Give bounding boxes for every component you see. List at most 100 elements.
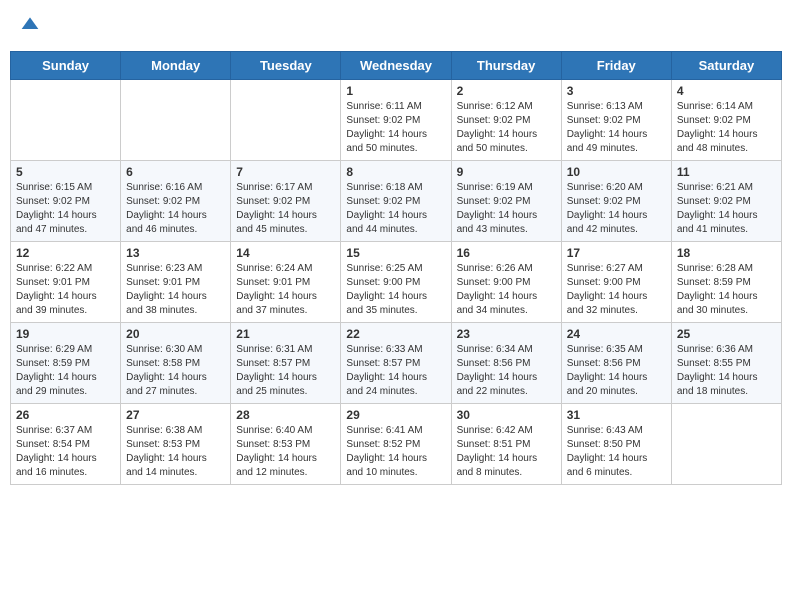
sunrise-text: Sunrise: 6:29 AM [16,344,92,355]
sunrise-text: Sunrise: 6:11 AM [346,101,421,112]
day-info: Sunrise: 6:25 AM Sunset: 9:00 PM Dayligh… [346,262,445,318]
sunset-text: Sunset: 9:01 PM [236,277,310,288]
daylight-text: Daylight: 14 hours and 42 minutes. [567,210,648,235]
calendar-cell: 13 Sunrise: 6:23 AM Sunset: 9:01 PM Dayl… [121,242,231,323]
logo-icon [20,14,40,34]
day-number: 17 [567,246,666,260]
daylight-text: Daylight: 14 hours and 6 minutes. [567,453,648,478]
day-info: Sunrise: 6:20 AM Sunset: 9:02 PM Dayligh… [567,181,666,237]
calendar-cell: 22 Sunrise: 6:33 AM Sunset: 8:57 PM Dayl… [341,323,451,404]
sunset-text: Sunset: 9:02 PM [236,196,310,207]
calendar-cell: 29 Sunrise: 6:41 AM Sunset: 8:52 PM Dayl… [341,404,451,485]
sunrise-text: Sunrise: 6:26 AM [457,263,533,274]
calendar-cell: 28 Sunrise: 6:40 AM Sunset: 8:53 PM Dayl… [231,404,341,485]
sunset-text: Sunset: 9:02 PM [126,196,200,207]
sunset-text: Sunset: 9:02 PM [457,115,531,126]
sunset-text: Sunset: 9:00 PM [346,277,420,288]
calendar-cell: 14 Sunrise: 6:24 AM Sunset: 9:01 PM Dayl… [231,242,341,323]
calendar-cell: 16 Sunrise: 6:26 AM Sunset: 9:00 PM Dayl… [451,242,561,323]
daylight-text: Daylight: 14 hours and 27 minutes. [126,372,207,397]
daylight-text: Daylight: 14 hours and 49 minutes. [567,129,648,154]
daylight-text: Daylight: 14 hours and 37 minutes. [236,291,317,316]
sunrise-text: Sunrise: 6:37 AM [16,425,92,436]
calendar-cell: 19 Sunrise: 6:29 AM Sunset: 8:59 PM Dayl… [11,323,121,404]
sunset-text: Sunset: 8:58 PM [126,358,200,369]
sunrise-text: Sunrise: 6:36 AM [677,344,753,355]
day-number: 3 [567,84,666,98]
sunrise-text: Sunrise: 6:13 AM [567,101,643,112]
daylight-text: Daylight: 14 hours and 25 minutes. [236,372,317,397]
day-info: Sunrise: 6:29 AM Sunset: 8:59 PM Dayligh… [16,343,115,399]
day-number: 16 [457,246,556,260]
sunrise-text: Sunrise: 6:27 AM [567,263,643,274]
calendar-week-2: 5 Sunrise: 6:15 AM Sunset: 9:02 PM Dayli… [11,161,782,242]
day-info: Sunrise: 6:14 AM Sunset: 9:02 PM Dayligh… [677,100,776,156]
day-number: 14 [236,246,335,260]
day-of-week-sunday: Sunday [11,52,121,80]
sunrise-text: Sunrise: 6:42 AM [457,425,533,436]
calendar-week-5: 26 Sunrise: 6:37 AM Sunset: 8:54 PM Dayl… [11,404,782,485]
day-number: 31 [567,408,666,422]
sunrise-text: Sunrise: 6:35 AM [567,344,643,355]
sunset-text: Sunset: 8:50 PM [567,439,641,450]
calendar-cell [11,80,121,161]
daylight-text: Daylight: 14 hours and 45 minutes. [236,210,317,235]
calendar-cell: 24 Sunrise: 6:35 AM Sunset: 8:56 PM Dayl… [561,323,671,404]
sunset-text: Sunset: 8:59 PM [677,277,751,288]
day-number: 13 [126,246,225,260]
sunset-text: Sunset: 8:55 PM [677,358,751,369]
calendar-cell: 6 Sunrise: 6:16 AM Sunset: 9:02 PM Dayli… [121,161,231,242]
day-of-week-friday: Friday [561,52,671,80]
sunset-text: Sunset: 9:02 PM [346,115,420,126]
day-info: Sunrise: 6:30 AM Sunset: 8:58 PM Dayligh… [126,343,225,399]
daylight-text: Daylight: 14 hours and 20 minutes. [567,372,648,397]
day-info: Sunrise: 6:19 AM Sunset: 9:02 PM Dayligh… [457,181,556,237]
daylight-text: Daylight: 14 hours and 46 minutes. [126,210,207,235]
daylight-text: Daylight: 14 hours and 48 minutes. [677,129,758,154]
daylight-text: Daylight: 14 hours and 29 minutes. [16,372,97,397]
day-info: Sunrise: 6:18 AM Sunset: 9:02 PM Dayligh… [346,181,445,237]
daylight-text: Daylight: 14 hours and 12 minutes. [236,453,317,478]
daylight-text: Daylight: 14 hours and 10 minutes. [346,453,427,478]
day-info: Sunrise: 6:37 AM Sunset: 8:54 PM Dayligh… [16,424,115,480]
sunrise-text: Sunrise: 6:18 AM [346,182,422,193]
day-number: 23 [457,327,556,341]
sunrise-text: Sunrise: 6:41 AM [346,425,422,436]
day-number: 1 [346,84,445,98]
day-number: 8 [346,165,445,179]
sunset-text: Sunset: 8:57 PM [236,358,310,369]
sunset-text: Sunset: 9:02 PM [346,196,420,207]
daylight-text: Daylight: 14 hours and 14 minutes. [126,453,207,478]
sunrise-text: Sunrise: 6:12 AM [457,101,533,112]
daylight-text: Daylight: 14 hours and 32 minutes. [567,291,648,316]
day-info: Sunrise: 6:31 AM Sunset: 8:57 PM Dayligh… [236,343,335,399]
sunrise-text: Sunrise: 6:33 AM [346,344,422,355]
day-number: 29 [346,408,445,422]
calendar-cell: 11 Sunrise: 6:21 AM Sunset: 9:02 PM Dayl… [671,161,781,242]
calendar-cell [671,404,781,485]
sunrise-text: Sunrise: 6:15 AM [16,182,92,193]
sunrise-text: Sunrise: 6:16 AM [126,182,202,193]
sunset-text: Sunset: 9:02 PM [677,196,751,207]
daylight-text: Daylight: 14 hours and 41 minutes. [677,210,758,235]
day-number: 26 [16,408,115,422]
sunset-text: Sunset: 9:02 PM [16,196,90,207]
day-number: 15 [346,246,445,260]
calendar-cell: 8 Sunrise: 6:18 AM Sunset: 9:02 PM Dayli… [341,161,451,242]
calendar-header-row: SundayMondayTuesdayWednesdayThursdayFrid… [11,52,782,80]
daylight-text: Daylight: 14 hours and 38 minutes. [126,291,207,316]
day-number: 12 [16,246,115,260]
sunrise-text: Sunrise: 6:14 AM [677,101,753,112]
calendar-cell: 3 Sunrise: 6:13 AM Sunset: 9:02 PM Dayli… [561,80,671,161]
day-number: 21 [236,327,335,341]
sunset-text: Sunset: 8:56 PM [567,358,641,369]
day-info: Sunrise: 6:34 AM Sunset: 8:56 PM Dayligh… [457,343,556,399]
calendar-cell: 30 Sunrise: 6:42 AM Sunset: 8:51 PM Dayl… [451,404,561,485]
sunset-text: Sunset: 9:02 PM [567,196,641,207]
calendar-cell: 2 Sunrise: 6:12 AM Sunset: 9:02 PM Dayli… [451,80,561,161]
calendar-cell: 5 Sunrise: 6:15 AM Sunset: 9:02 PM Dayli… [11,161,121,242]
daylight-text: Daylight: 14 hours and 18 minutes. [677,372,758,397]
day-info: Sunrise: 6:15 AM Sunset: 9:02 PM Dayligh… [16,181,115,237]
day-info: Sunrise: 6:35 AM Sunset: 8:56 PM Dayligh… [567,343,666,399]
sunrise-text: Sunrise: 6:25 AM [346,263,422,274]
